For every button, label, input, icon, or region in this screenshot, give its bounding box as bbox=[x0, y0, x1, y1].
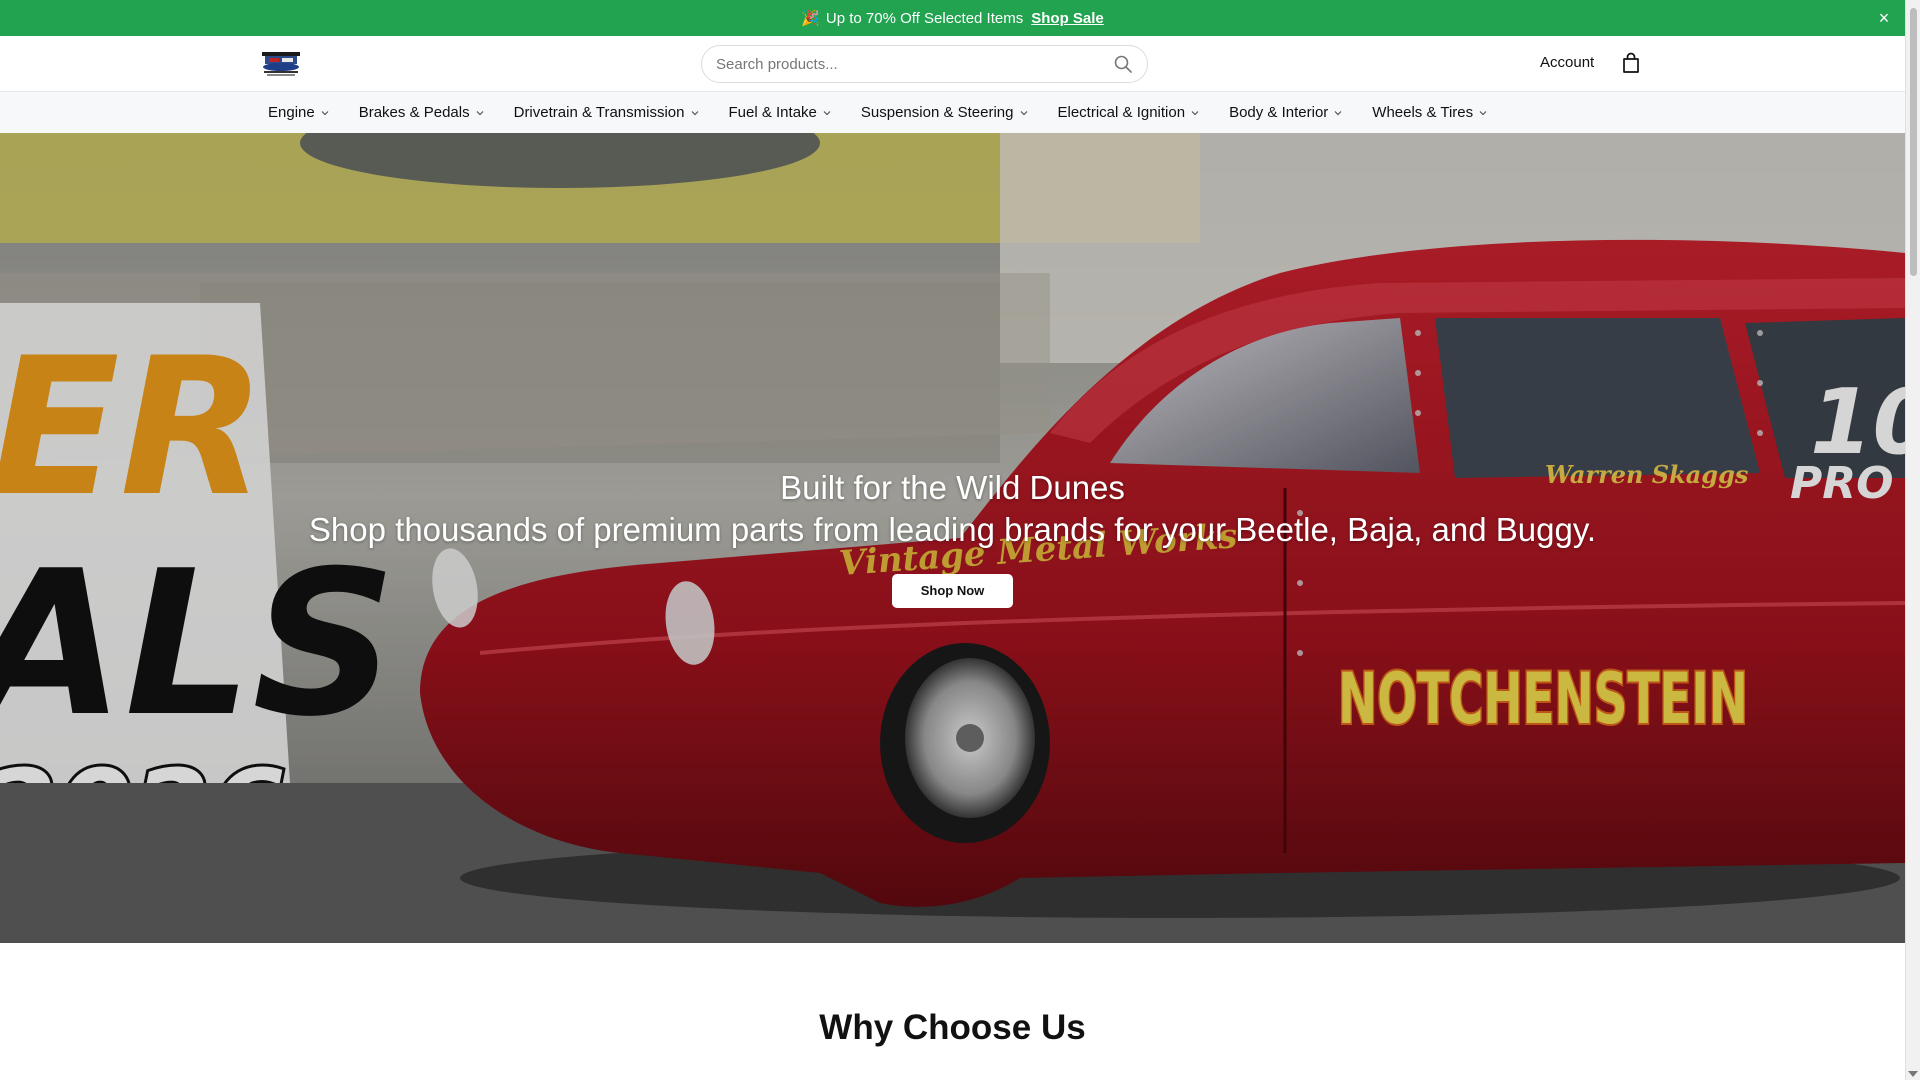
scrollbar[interactable] bbox=[1905, 0, 1920, 1080]
nav-item-fuel-intake[interactable]: Fuel & Intake bbox=[729, 104, 832, 121]
chevron-down-icon bbox=[691, 110, 698, 115]
search-bar bbox=[701, 45, 1148, 83]
nav-item-drivetrain-transmission[interactable]: Drivetrain & Transmission bbox=[514, 104, 700, 121]
nav-item-body-interior[interactable]: Body & Interior bbox=[1229, 104, 1343, 121]
hero-subtitle: Shop thousands of premium parts from lea… bbox=[308, 511, 1597, 548]
shop-sale-link[interactable]: Shop Sale bbox=[1031, 10, 1104, 27]
nav-item-label: Electrical & Ignition bbox=[1057, 104, 1186, 121]
nav-item-label: Engine bbox=[268, 104, 315, 121]
page: 🎉 Up to 70% Off Selected Items Shop Sale… bbox=[0, 0, 1905, 1080]
announcement-text: Up to 70% Off Selected Items bbox=[825, 9, 1024, 27]
chevron-down-icon bbox=[321, 110, 329, 115]
scroll-down-icon[interactable] bbox=[1908, 1071, 1918, 1077]
announcement-bar: 🎉 Up to 70% Off Selected Items Shop Sale… bbox=[0, 0, 1905, 36]
hero-content: Built for the Wild Dunes Shop thousands … bbox=[0, 467, 1905, 608]
close-icon[interactable]: × bbox=[1873, 7, 1895, 29]
shop-now-button[interactable]: Shop Now bbox=[892, 574, 1013, 608]
chevron-down-icon bbox=[1020, 110, 1027, 115]
hero-title: Built for the Wild Dunes bbox=[780, 469, 1125, 506]
chevron-down-icon bbox=[823, 110, 831, 115]
nav-item-label: Suspension & Steering bbox=[860, 104, 1014, 121]
chevron-down-icon bbox=[1479, 110, 1487, 115]
search-icon[interactable] bbox=[1113, 54, 1133, 74]
nav-item-engine[interactable]: Engine bbox=[268, 104, 330, 121]
nav-item-label: Fuel & Intake bbox=[728, 104, 817, 121]
nav-item-brakes-pedals[interactable]: Brakes & Pedals bbox=[359, 104, 485, 121]
scrollbar-thumb[interactable] bbox=[1910, 8, 1917, 276]
nav-item-label: Brakes & Pedals bbox=[358, 104, 470, 121]
search-input[interactable] bbox=[716, 55, 1113, 73]
nav-item-label: Wheels & Tires bbox=[1372, 104, 1474, 121]
nav-item-electrical-ignition[interactable]: Electrical & Ignition bbox=[1058, 104, 1201, 121]
category-nav: Engine Brakes & Pedals Drivetrain & Tran… bbox=[0, 92, 1905, 134]
nav-item-label: Drivetrain & Transmission bbox=[513, 104, 685, 121]
hero-banner: ER ALS 2026 Vintage Metal Works bbox=[0, 133, 1905, 943]
party-icon: 🎉 bbox=[801, 10, 820, 27]
cart-icon[interactable] bbox=[1621, 52, 1641, 74]
chevron-down-icon bbox=[1334, 110, 1342, 115]
chevron-down-icon bbox=[1191, 110, 1199, 115]
account-link[interactable]: Account bbox=[1540, 54, 1594, 71]
nav-item-label: Body & Interior bbox=[1229, 104, 1329, 121]
nav-item-wheels-tires[interactable]: Wheels & Tires bbox=[1372, 104, 1488, 121]
logo[interactable] bbox=[259, 48, 303, 80]
chevron-down-icon bbox=[476, 110, 484, 115]
site-header: Account bbox=[0, 36, 1905, 92]
nav-item-suspension-steering[interactable]: Suspension & Steering bbox=[861, 104, 1029, 121]
why-choose-us-heading: Why Choose Us bbox=[819, 1008, 1086, 1047]
